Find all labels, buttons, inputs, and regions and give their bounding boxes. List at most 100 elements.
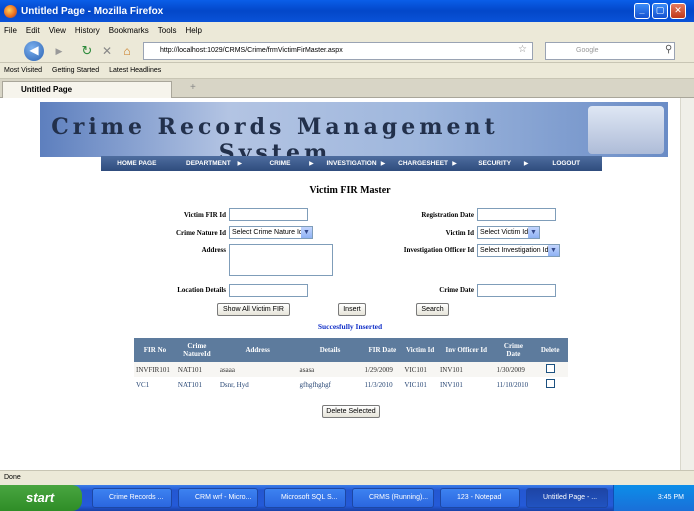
bookmark-star-icon[interactable]: ☆ (518, 44, 527, 55)
start-button[interactable]: start (0, 485, 82, 511)
status-bar: Done (0, 470, 694, 485)
form-title: Victim FIR Master (309, 185, 391, 196)
victim-fir-grid: FIR No Crime NatureId Address Details FI… (134, 338, 568, 392)
task-crime-records[interactable]: Crime Records ... (92, 488, 172, 508)
victim-fir-id-input[interactable] (229, 208, 308, 221)
location-details-label: Location Details (177, 286, 226, 294)
cell-fir-date: 1/29/2009 (362, 362, 403, 377)
address-bar[interactable]: http://localhost:1029/CRMS/Crime/frmVict… (143, 42, 533, 60)
registration-date-label: Registration Date (421, 211, 474, 219)
cell-delete (532, 377, 568, 392)
window-title: Untitled Page - Mozilla Firefox (21, 5, 164, 17)
task-crms-running[interactable]: CRMS (Running)... (352, 488, 434, 508)
close-button[interactable]: ✕ (670, 3, 686, 19)
firefox-icon (4, 4, 17, 18)
cell-victim-id: VIC101 (402, 377, 438, 392)
cell-delete (532, 362, 568, 377)
navigation-toolbar: ◀ ▶ ↻ ✕ ⌂ http://localhost:1029/CRMS/Cri… (0, 39, 694, 63)
tab-strip: Untitled Page + (0, 79, 694, 98)
menu-history[interactable]: History (75, 26, 100, 35)
back-arrow-icon[interactable]: ◀ (24, 41, 44, 61)
cell-crime-nature-id: NAT101 (175, 377, 218, 392)
investigation-officer-id-label: Investigation Officer Id (403, 246, 474, 254)
reload-icon[interactable]: ↻ (80, 42, 94, 60)
bookmark-most-visited[interactable]: Most Visited (4, 67, 42, 74)
success-message: Succesfully Inserted (317, 322, 383, 331)
window-title-bar: Untitled Page - Mozilla Firefox _ ▢ ✕ (0, 0, 694, 22)
victim-id-label: Victim Id (445, 229, 474, 237)
menu-logout[interactable]: LOGOUT (530, 160, 602, 167)
chevron-down-icon: ▼ (548, 245, 559, 256)
bookmark-getting-started[interactable]: Getting Started (52, 67, 99, 74)
cell-crime-date: 1/30/2009 (494, 362, 533, 377)
col-victim-id: Victim Id (402, 338, 438, 362)
system-tray: 3:45 PM (613, 485, 694, 511)
home-icon[interactable]: ⌂ (120, 42, 134, 60)
search-button[interactable]: Search (416, 303, 449, 316)
task-crm-wrf[interactable]: CRM wrf - Micro... (178, 488, 258, 508)
grid-header-row: FIR No Crime NatureId Address Details FI… (134, 338, 568, 362)
victim-id-select[interactable]: Select Victim Id ▼ (477, 226, 540, 239)
delete-checkbox[interactable] (545, 379, 555, 388)
banner-officers-image (588, 106, 664, 154)
crime-nature-id-label: Crime Nature Id (175, 229, 226, 237)
windows-taskbar: start Crime Records ... CRM wrf - Micro.… (0, 485, 694, 511)
cell-address: asaaa (217, 362, 298, 377)
bookmarks-toolbar: Most Visited Getting Started Latest Head… (0, 63, 694, 79)
browser-menubar: File Edit View History Bookmarks Tools H… (0, 22, 694, 39)
victim-fir-id-label: Victim FIR Id (183, 211, 226, 219)
col-crime-date: Crime Date (494, 338, 533, 362)
stop-icon[interactable]: ✕ (100, 42, 114, 60)
table-row: INVFIR101 NAT101 asaaa asasa 1/29/2009 V… (134, 362, 568, 377)
menu-help[interactable]: Help (185, 26, 201, 35)
menu-chargesheet[interactable]: CHARGESHEET ▶ (387, 160, 459, 167)
tab-untitled-page[interactable]: Untitled Page (2, 81, 172, 98)
maximize-button[interactable]: ▢ (652, 3, 668, 19)
menu-view[interactable]: View (49, 26, 66, 35)
cell-crime-date: 11/10/2010 (494, 377, 533, 392)
new-tab-icon[interactable]: + (190, 82, 196, 93)
col-fir-date: FIR Date (362, 338, 403, 362)
task-notepad[interactable]: 123 - Notepad (440, 488, 520, 508)
bookmark-latest-headlines[interactable]: Latest Headlines (109, 67, 161, 74)
insert-button[interactable]: Insert (338, 303, 366, 316)
menu-crime[interactable]: CRIME ▶ (244, 160, 316, 167)
crime-date-input[interactable] (477, 284, 556, 297)
menu-department[interactable]: DEPARTMENT ▶ (173, 160, 245, 167)
task-firefox[interactable]: Untitled Page - ... (526, 488, 608, 508)
forward-arrow-icon[interactable]: ▶ (52, 42, 66, 60)
cell-crime-nature-id: NAT101 (175, 362, 218, 377)
col-address: Address (217, 338, 298, 362)
cell-fir-no: VC1 (134, 377, 176, 392)
menu-home-page[interactable]: HOME PAGE (101, 160, 173, 167)
task-microsoft-sql[interactable]: Microsoft SQL S... (264, 488, 346, 508)
chevron-down-icon: ▼ (301, 227, 312, 238)
menu-file[interactable]: File (4, 26, 17, 35)
location-details-input[interactable] (229, 284, 308, 297)
cell-fir-date: 11/3/2010 (362, 377, 403, 392)
menu-security[interactable]: SECURITY ▶ (459, 160, 531, 167)
show-all-victim-fir-button[interactable]: Show All Victim FIR (217, 303, 290, 316)
menu-bookmarks[interactable]: Bookmarks (109, 26, 149, 35)
menu-edit[interactable]: Edit (26, 26, 40, 35)
cell-details: asasa (297, 362, 363, 377)
minimize-button[interactable]: _ (634, 3, 650, 19)
vertical-scrollbar[interactable] (680, 98, 694, 470)
delete-selected-button[interactable]: Delete Selected (322, 405, 380, 418)
cell-inv-officer-id: INV101 (437, 362, 495, 377)
menu-investigation[interactable]: INVESTIGATION ▶ (316, 160, 388, 167)
investigation-officer-select[interactable]: Select Investigation Id ▼ (477, 244, 560, 257)
crime-nature-id-select[interactable]: Select Crime Nature Id ▼ (229, 226, 313, 239)
delete-checkbox[interactable] (545, 364, 555, 373)
col-delete: Delete (532, 338, 568, 362)
cell-victim-id: VIC101 (402, 362, 438, 377)
address-textarea[interactable] (229, 244, 333, 276)
search-icon[interactable]: ⚲ (665, 44, 672, 55)
crime-date-label: Crime Date (439, 286, 474, 294)
registration-date-input[interactable] (477, 208, 556, 221)
menu-tools[interactable]: Tools (158, 26, 177, 35)
col-fir-no: FIR No (134, 338, 176, 362)
site-nav-menu: HOME PAGE DEPARTMENT ▶ CRIME ▶ INVESTIGATI… (101, 156, 602, 171)
address-label: Address (201, 246, 226, 254)
search-input[interactable]: Google (545, 42, 675, 60)
